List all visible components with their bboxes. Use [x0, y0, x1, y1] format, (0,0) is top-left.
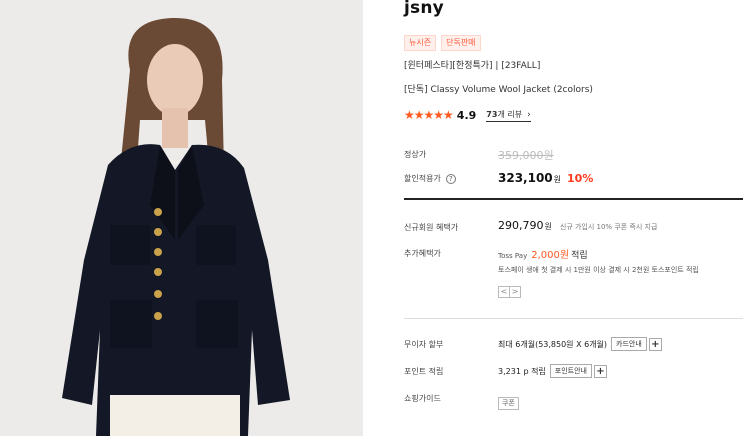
help-icon[interactable]: ?: [445, 174, 456, 184]
sale-price-label-row: 할인적용가?: [404, 173, 456, 184]
star-rating-icon: ★★★★★: [404, 108, 454, 122]
member-price: 290,790: [498, 219, 544, 232]
rating-row: ★★★★★ 4.9 73개 리뷰 ›: [404, 108, 531, 122]
review-link[interactable]: 73개 리뷰 ›: [486, 109, 531, 122]
shopping-guide-row: 쿠폰: [498, 390, 519, 410]
currency-unit: 원: [553, 175, 562, 184]
benefit-pager: < >: [498, 286, 521, 298]
member-price-label: 신규회원 혜택가: [404, 223, 459, 232]
coupon-button[interactable]: 쿠폰: [498, 397, 519, 410]
points-label: 포인트 적립: [404, 367, 444, 376]
discount-rate: 10%: [567, 172, 594, 185]
member-note: 신규 가입시 10% 쿠폰 즉시 지급: [559, 223, 658, 231]
plus-icon[interactable]: +: [594, 364, 607, 378]
toss-points: 2,000원: [531, 250, 570, 261]
divider: [404, 198, 743, 200]
shopping-guide-label: 쇼핑가이드: [404, 394, 441, 403]
toss-earn: 적립: [571, 251, 588, 261]
points-info-button[interactable]: 포인트안내: [549, 364, 592, 378]
sale-price-label: 할인적용가: [404, 174, 441, 183]
model-jacket-illustration: [0, 0, 363, 436]
list-price: 359,000원: [498, 149, 554, 162]
sale-price-row: 323,100 원 10%: [498, 171, 593, 185]
toss-pay-label: Toss Pay: [498, 252, 528, 260]
review-count: 73: [486, 109, 498, 119]
installment-value: 최대 6개월(53,850원 X 6개월): [498, 339, 608, 349]
currency-unit: 원: [544, 222, 552, 231]
toss-description: 토스페이 생애 첫 결제 시 1만원 이상 결제 시 2천원 토스포인트 적립: [498, 266, 699, 274]
brand-name[interactable]: jsny: [404, 0, 444, 18]
member-price-row: 290,790 원 신규 가입시 10% 쿠폰 즉시 지급: [498, 219, 657, 232]
review-suffix: 개 리뷰: [497, 109, 523, 119]
plus-icon[interactable]: +: [648, 337, 662, 351]
product-name: [단독] Classy Volume Wool Jacket (2colors): [404, 85, 593, 95]
next-arrow-icon[interactable]: >: [509, 286, 521, 298]
rating-score: 4.9: [456, 108, 477, 122]
chevron-right-icon: ›: [527, 109, 531, 120]
product-info-panel: jsny 뉴시즌 단독판매 [윈터페스타][한정특가] | [23FALL] […: [404, 0, 743, 436]
divider: [404, 318, 743, 319]
toss-benefit-row: Toss Pay 2,000원 적립: [498, 246, 588, 261]
points-row: 3,231 p 적립 포인트안내 +: [498, 364, 607, 378]
card-info-button[interactable]: 카드안내: [611, 337, 647, 351]
tag-list: 뉴시즌 단독판매: [404, 35, 481, 51]
product-subtitle: [윈터페스타][한정특가] | [23FALL]: [404, 61, 541, 71]
extra-benefit-label: 추가혜택가: [404, 249, 441, 258]
points-value: 3,231 p 적립: [498, 366, 546, 376]
sale-price: 323,100: [498, 171, 553, 185]
installment-row: 최대 6개월(53,850원 X 6개월) 카드안내 +: [498, 337, 662, 351]
tag-new-season: 뉴시즌: [404, 35, 437, 51]
product-image[interactable]: [0, 0, 363, 436]
list-price-label: 정상가: [404, 150, 427, 159]
tag-exclusive: 단독판매: [441, 35, 481, 51]
installment-label: 무이자 할부: [404, 340, 444, 349]
